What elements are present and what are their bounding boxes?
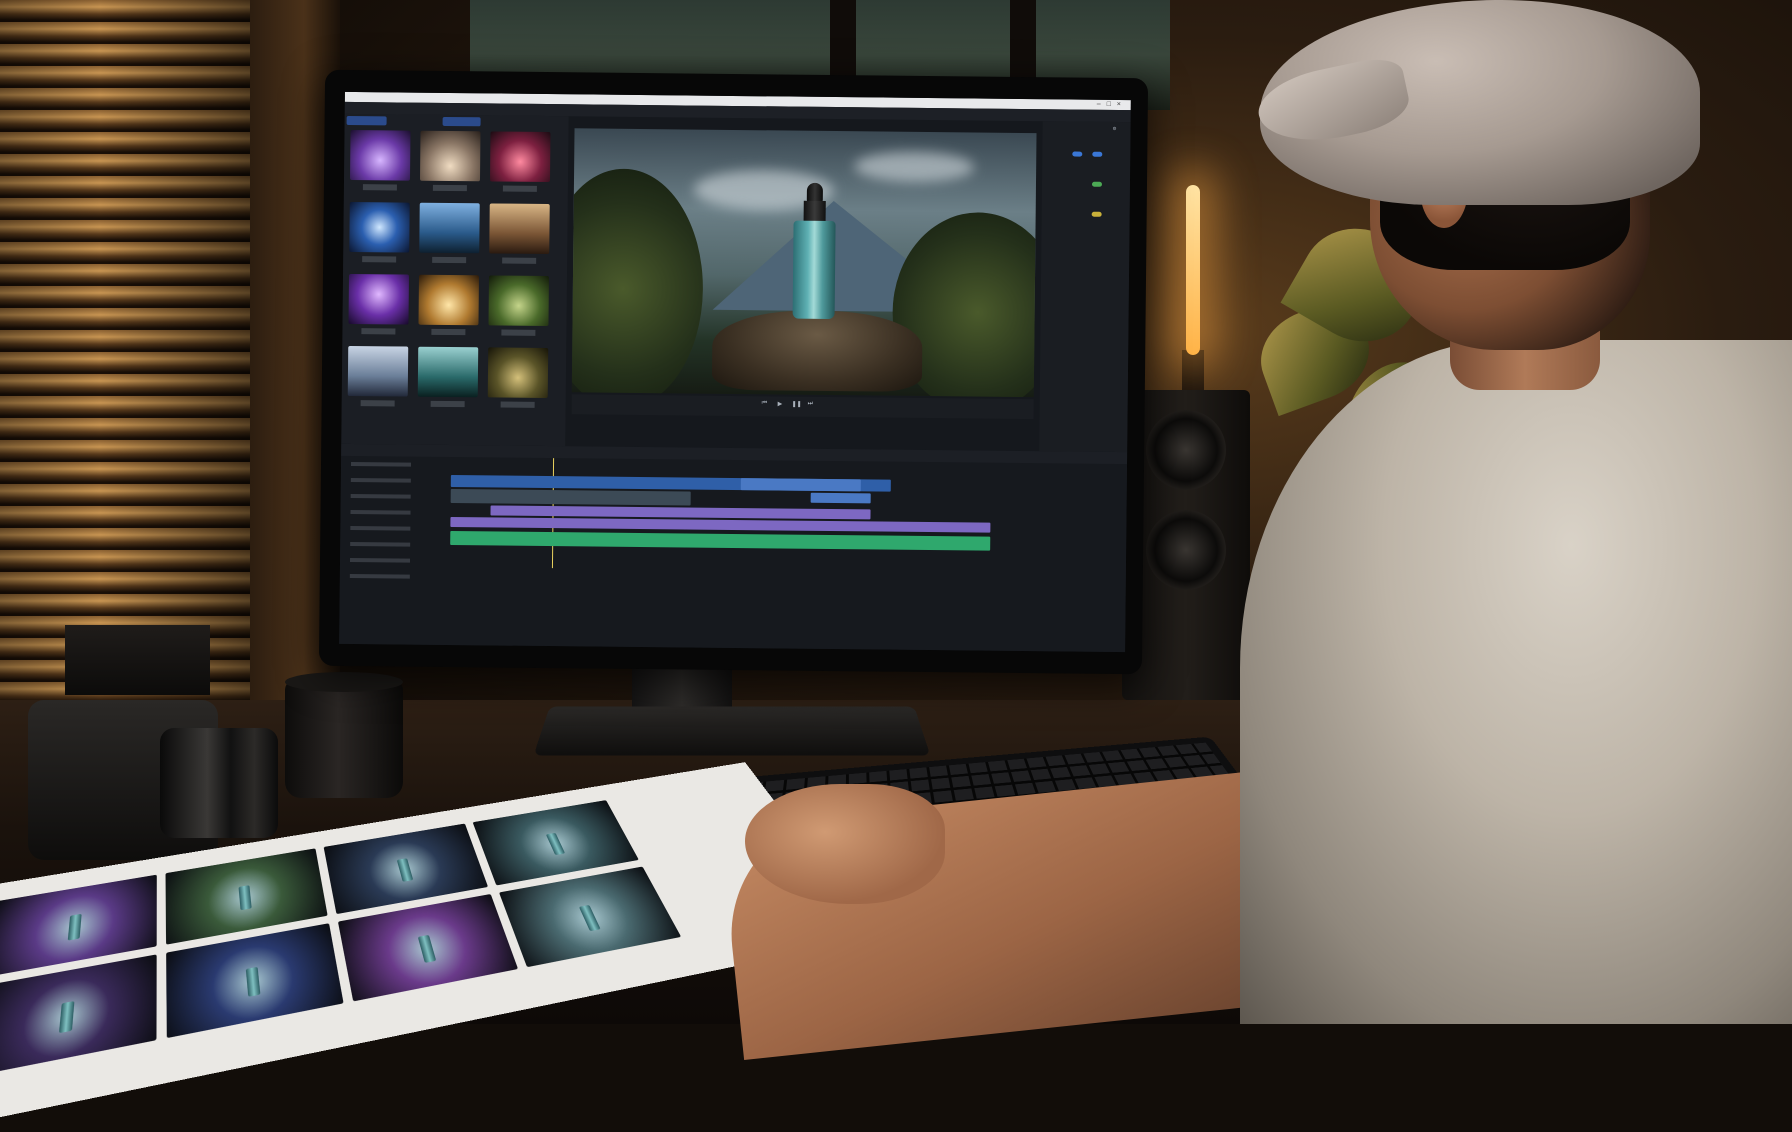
media-thumbnail[interactable] xyxy=(419,203,480,254)
thumbnail-caption xyxy=(501,330,535,336)
settings-icon[interactable]: ⚙ xyxy=(1113,126,1117,132)
media-thumbnail[interactable] xyxy=(348,274,409,325)
track-header[interactable] xyxy=(350,526,410,531)
toggle-4[interactable] xyxy=(1092,212,1102,217)
media-thumbnail[interactable] xyxy=(488,275,549,326)
pause-icon[interactable]: ❚❚ xyxy=(792,401,802,408)
timeline-clip[interactable] xyxy=(741,478,861,491)
timeline[interactable] xyxy=(339,444,1127,652)
thumbnail-caption xyxy=(361,400,395,406)
floor-lamp xyxy=(1186,185,1200,355)
thumbnail-caption xyxy=(501,402,535,408)
skip-forward-icon[interactable]: ⏭ xyxy=(808,401,813,408)
track-header[interactable] xyxy=(350,558,410,563)
thumbnail-caption xyxy=(503,186,537,192)
track-header[interactable] xyxy=(351,478,411,483)
person-shirt xyxy=(1240,340,1792,1024)
thumbnail-caption xyxy=(502,258,536,264)
timeline-clip[interactable] xyxy=(450,517,990,533)
desk-box xyxy=(65,625,210,695)
media-thumbnail[interactable] xyxy=(490,131,551,182)
thumbnail-caption xyxy=(432,257,466,263)
close-icon[interactable]: × xyxy=(1117,101,1121,108)
skip-back-icon[interactable]: ⏮ xyxy=(762,400,767,407)
track-header[interactable] xyxy=(350,510,410,515)
monitor-stand-base xyxy=(533,706,930,755)
printed-photo xyxy=(0,954,157,1077)
thumbnail-caption xyxy=(361,328,395,334)
toggle-3[interactable] xyxy=(1092,182,1102,187)
serum-bottle xyxy=(793,221,836,319)
track-header[interactable] xyxy=(351,462,411,467)
minimize-icon[interactable]: – xyxy=(1097,101,1101,108)
printed-photo xyxy=(338,894,518,1001)
media-thumbnail[interactable] xyxy=(488,347,549,398)
toggle-2[interactable] xyxy=(1092,152,1102,157)
editor-screen: – □ × ⏮ ▶ ❚❚ ⏭ ⚙ xyxy=(339,92,1131,652)
thumbnail-caption xyxy=(431,329,465,335)
printed-photo xyxy=(499,867,681,968)
media-thumbnail[interactable] xyxy=(418,275,479,326)
track-header[interactable] xyxy=(350,574,410,579)
video-preview[interactable] xyxy=(572,128,1037,397)
inspector-panel: ⚙ xyxy=(1039,121,1130,452)
timeline-clip[interactable] xyxy=(451,489,691,506)
tab-3[interactable] xyxy=(411,117,439,126)
thumbnail-caption xyxy=(363,184,397,190)
media-browser xyxy=(341,114,568,446)
play-icon[interactable]: ▶ xyxy=(778,400,783,407)
media-thumbnail[interactable] xyxy=(418,347,479,398)
media-thumbnail[interactable] xyxy=(349,202,410,253)
timeline-header xyxy=(341,444,1127,464)
media-thumbnail[interactable] xyxy=(350,130,411,181)
coffee-mug xyxy=(285,680,403,798)
camera-lens xyxy=(160,728,278,838)
media-thumbnail[interactable] xyxy=(420,131,481,182)
thumbnail-caption xyxy=(433,185,467,191)
timeline-clip[interactable] xyxy=(450,531,990,551)
preview-controls: ⏮ ▶ ❚❚ ⏭ xyxy=(572,394,1034,419)
thumbnail-caption xyxy=(362,256,396,262)
thumbnail-caption xyxy=(431,401,465,407)
tab-active[interactable] xyxy=(347,116,387,125)
track-header[interactable] xyxy=(351,494,411,499)
media-thumbnail[interactable] xyxy=(348,346,409,397)
timeline-clip[interactable] xyxy=(811,493,871,504)
printed-photo xyxy=(166,923,343,1038)
toggle-1[interactable] xyxy=(1072,152,1082,157)
maximize-icon[interactable]: □ xyxy=(1107,101,1111,108)
media-thumbnail[interactable] xyxy=(489,203,550,254)
track-header[interactable] xyxy=(350,542,410,547)
bottle-neck xyxy=(804,201,826,223)
tab-4[interactable] xyxy=(443,117,481,126)
preview-rock xyxy=(712,310,923,392)
